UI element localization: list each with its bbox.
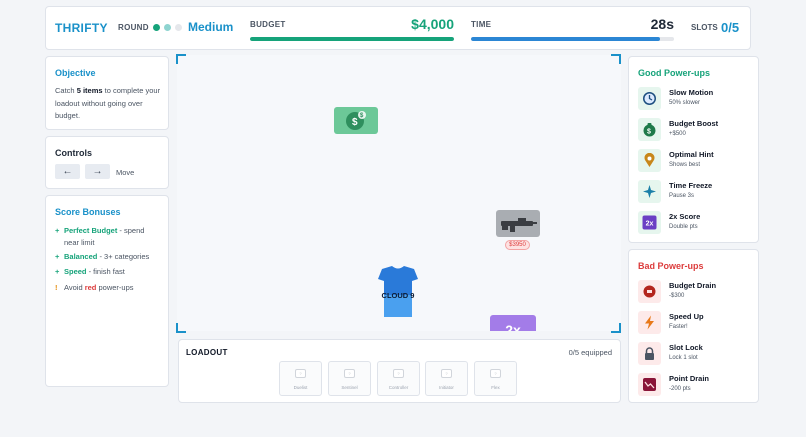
round-dot bbox=[153, 24, 160, 31]
rifle-icon bbox=[501, 218, 537, 232]
frame-corner bbox=[176, 323, 186, 333]
warning-icon: ! bbox=[55, 283, 58, 292]
objective-text: Catch 5 items to complete your loadout w… bbox=[55, 86, 161, 120]
bonus-item: + Speed - finish fast bbox=[55, 267, 125, 276]
play-area[interactable]: $ $ $3950 CLOUD 9 2x bbox=[177, 55, 621, 331]
chart-down-icon bbox=[638, 373, 661, 396]
bonus-item: + Perfect Budget - spend near limit bbox=[55, 226, 145, 247]
lightning-icon bbox=[638, 311, 661, 334]
left-arrow-key[interactable]: ← bbox=[55, 164, 80, 179]
time-value: 28s bbox=[650, 16, 674, 32]
bonus-item: + Balanced - 3+ categories bbox=[55, 252, 150, 261]
budget-value: $4,000 bbox=[411, 16, 454, 32]
equipped-count: 0/5 equipped bbox=[568, 348, 612, 357]
controls-title: Controls bbox=[55, 148, 92, 158]
empty-slot-icon: ? bbox=[393, 369, 404, 378]
score-bonuses-panel: Score Bonuses + Perfect Budget - spend nea… bbox=[45, 195, 169, 387]
plus-icon: + bbox=[55, 267, 60, 276]
good-powerups-title: Good Power-ups bbox=[638, 68, 710, 78]
budget-label: BUDGET bbox=[250, 20, 286, 29]
loadout-slot-initiator[interactable]: ? Initiator bbox=[425, 361, 468, 396]
jersey-icon: CLOUD 9 bbox=[378, 266, 418, 317]
right-arrow-key[interactable]: → bbox=[85, 164, 110, 179]
bonus-item: ! Avoid red power-ups bbox=[55, 283, 134, 292]
jersey-text: CLOUD 9 bbox=[382, 291, 415, 300]
powerup-2x-score: 2x 2x Score Double pts bbox=[638, 210, 756, 236]
loadout-slot-duelist[interactable]: ? Duelist bbox=[279, 361, 322, 396]
loadout-panel: LOADOUT 0/5 equipped ? Duelist ? Sentinel … bbox=[178, 339, 621, 403]
money-bag-icon: $ $ bbox=[346, 111, 366, 130]
time-progress-fill bbox=[471, 37, 660, 41]
powerup-budget-drain: Budget Drain -$300 bbox=[638, 279, 756, 305]
game-header: THRIFTY ROUND Medium BUDGET $4,000 TIME … bbox=[45, 6, 751, 50]
bad-powerups-panel: Bad Power-ups Budget Drain -$300 Speed U… bbox=[628, 249, 759, 403]
falling-weapon-item[interactable] bbox=[496, 210, 540, 237]
svg-text:$: $ bbox=[352, 117, 358, 128]
powerup-slot-lock: Slot Lock Lock 1 slot bbox=[638, 341, 756, 367]
frame-corner bbox=[176, 54, 186, 64]
falling-budget-boost[interactable]: $ $ bbox=[334, 107, 378, 134]
frame-corner bbox=[611, 323, 621, 333]
empty-slot-icon: ? bbox=[344, 369, 355, 378]
empty-slot-icon: ? bbox=[441, 369, 452, 378]
controls-panel: Controls ← → Move bbox=[45, 136, 169, 189]
powerup-speed-up: Speed Up Faster! bbox=[638, 310, 756, 336]
powerup-slow-motion: Slow Motion 50% slower bbox=[638, 86, 756, 112]
round-dot bbox=[164, 24, 171, 31]
loadout-slot-flex[interactable]: ? Flex bbox=[474, 361, 517, 396]
objective-panel: Objective Catch 5 items to complete your… bbox=[45, 56, 169, 130]
loadout-slot-controller[interactable]: ? Controller bbox=[377, 361, 420, 396]
round-dot bbox=[175, 24, 182, 31]
empty-slot-icon: ? bbox=[490, 369, 501, 378]
time-label: TIME bbox=[471, 20, 492, 29]
bad-powerups-title: Bad Power-ups bbox=[638, 261, 704, 271]
powerup-point-drain: Point Drain -200 pts bbox=[638, 372, 756, 398]
empty-slot-icon: ? bbox=[295, 369, 306, 378]
plus-icon: + bbox=[55, 226, 60, 235]
powerup-optimal-hint: Optimal Hint Shows best bbox=[638, 148, 756, 174]
money-bag-icon: $ bbox=[638, 118, 661, 141]
round-label: ROUND bbox=[118, 23, 149, 32]
falling-jersey-item[interactable]: CLOUD 9 bbox=[376, 265, 420, 319]
map-pin-icon bbox=[638, 149, 661, 172]
round-indicator bbox=[153, 24, 182, 31]
good-powerups-panel: Good Power-ups Slow Motion 50% slower $ … bbox=[628, 56, 759, 243]
objective-title: Objective bbox=[55, 68, 96, 78]
snowflake-icon bbox=[638, 180, 661, 203]
plus-icon: + bbox=[55, 252, 60, 261]
powerup-time-freeze: Time Freeze Pause 3s bbox=[638, 179, 756, 205]
falling-2x-powerup[interactable]: 2x bbox=[490, 315, 536, 331]
svg-text:$: $ bbox=[647, 129, 651, 136]
frame-corner bbox=[611, 54, 621, 64]
difficulty-label: Medium bbox=[188, 20, 234, 34]
time-progress-bar bbox=[471, 37, 674, 41]
price-tag: $3950 bbox=[505, 240, 530, 250]
budget-progress-bar bbox=[250, 37, 454, 41]
loadout-title: LOADOUT bbox=[186, 348, 228, 357]
move-label: Move bbox=[116, 168, 135, 177]
slots-value: 0/5 bbox=[721, 20, 740, 35]
objective-item-count: 5 items bbox=[76, 86, 103, 95]
2x-icon: 2x bbox=[638, 211, 661, 234]
powerup-budget-boost: $ Budget Boost +$500 bbox=[638, 117, 756, 143]
budget-progress-fill bbox=[250, 37, 454, 41]
svg-text:2x: 2x bbox=[646, 221, 654, 228]
slots-label: SLOTS bbox=[691, 23, 718, 32]
clock-icon bbox=[638, 87, 661, 110]
lock-icon bbox=[638, 342, 661, 365]
drain-icon bbox=[638, 280, 661, 303]
loadout-slot-sentinel[interactable]: ? Sentinel bbox=[328, 361, 371, 396]
brand-logo: THRIFTY bbox=[55, 21, 108, 35]
score-bonuses-title: Score Bonuses bbox=[55, 207, 121, 217]
